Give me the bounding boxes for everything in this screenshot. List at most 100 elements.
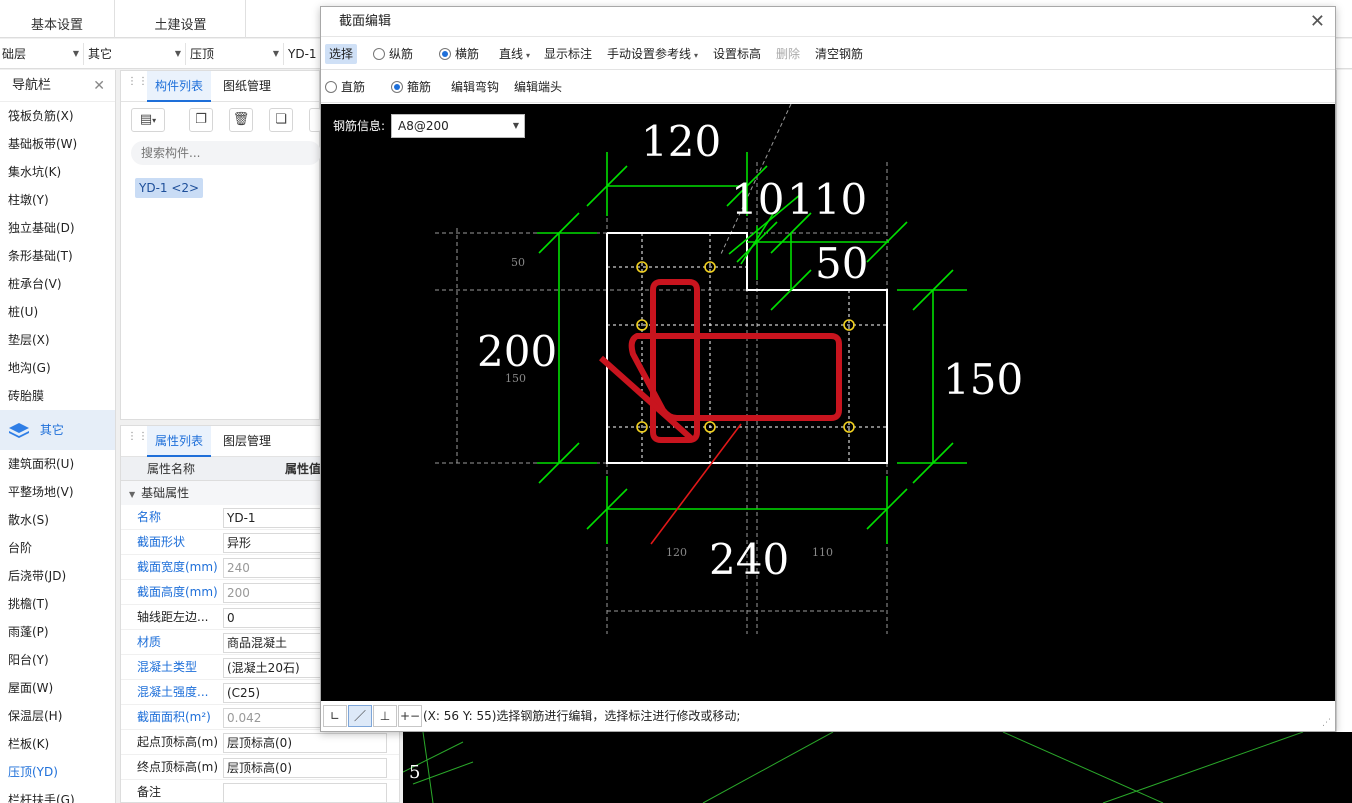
property-value-field[interactable] (223, 783, 387, 802)
tab-property-list[interactable]: 属性列表 (147, 426, 212, 457)
main-3d-canvas[interactable]: 5 (403, 732, 1352, 803)
property-value-field[interactable]: 层顶标高(0) (223, 733, 387, 753)
edit-hook-button[interactable]: 编辑弯钩 (451, 77, 499, 97)
radio-stirrup[interactable]: 箍筋 (391, 77, 431, 97)
ortho-mode-button[interactable]: ∟ (323, 705, 347, 727)
nav-item[interactable]: 压顶(YD) (0, 758, 115, 786)
dialog-toolbar-rebar: 直筋 箍筋 编辑弯钩 编辑端头 (321, 71, 1335, 103)
radio-icon (325, 81, 337, 93)
component-item-yd1[interactable]: YD-1 <2> (135, 178, 204, 198)
dim-right-height[interactable]: 150 (943, 355, 1023, 404)
nav-item[interactable]: 保温层(H) (0, 702, 115, 730)
property-name: 起点顶标高(m) (137, 735, 219, 749)
property-name: 截面面积(m²) (137, 710, 211, 724)
nav-item[interactable]: 基础板带(W) (0, 130, 115, 158)
nav-item[interactable]: 挑檐(T) (0, 590, 115, 618)
nav-item[interactable]: 后浇带(JD) (0, 562, 115, 590)
clear-rebar-button[interactable]: 清空钢筋 (815, 44, 863, 64)
layer-copy-button[interactable]: ❏ (269, 108, 293, 132)
manual-ref-line-dropdown[interactable]: 手动设置参考线 ▾ (607, 44, 698, 64)
radio-selected-icon (439, 48, 451, 60)
tab-component-list[interactable]: 构件列表 (147, 71, 212, 102)
nav-item[interactable]: 条形基础(T) (0, 242, 115, 270)
radio-transverse[interactable]: 横筋 (439, 44, 479, 64)
nav-item[interactable]: 平整场地(V) (0, 478, 115, 506)
dim-step-b[interactable]: 110 (787, 175, 867, 224)
close-icon[interactable]: ✕ (1310, 7, 1325, 37)
perpendicular-mode-button[interactable]: ⊥ (373, 705, 397, 727)
delete-button[interactable]: 删除 (776, 44, 800, 64)
nav-category-label: 其它 (39, 423, 64, 437)
property-row: 起点顶标高(m) 层顶标高(0) (121, 730, 399, 755)
col-property-value: 属性值 (285, 462, 322, 476)
nav-item[interactable]: 台阶 (0, 534, 115, 562)
dim-bottom-width[interactable]: 240 (709, 535, 789, 584)
aux-dim-top: 50 (511, 256, 525, 269)
nav-item[interactable]: 桩(U) (0, 298, 115, 326)
tab-drawing-management[interactable]: 图纸管理 (215, 71, 279, 102)
resize-grip-icon[interactable]: ⋰ (1322, 718, 1331, 728)
section-canvas[interactable]: 钢筋信息: A8@200 ▼ 120 10 110 50 200 150 240… (321, 104, 1335, 701)
nav-item[interactable]: 栏板(K) (0, 730, 115, 758)
chevron-down-icon: ▼ (174, 49, 181, 58)
nav-item[interactable]: 地沟(G) (0, 354, 115, 382)
select-tool-button[interactable]: 选择 (325, 44, 358, 64)
copy-button[interactable]: ❐ (189, 108, 213, 132)
dim-top-width[interactable]: 120 (641, 117, 721, 166)
type-dropdown-label: 压顶 (190, 47, 215, 61)
nav-item[interactable]: 柱墩(Y) (0, 186, 115, 214)
dim-left-height[interactable]: 200 (477, 327, 557, 376)
radio-straight-bar[interactable]: 直筋 (325, 77, 365, 97)
nav-item[interactable]: 屋面(W) (0, 674, 115, 702)
show-dimensions-button[interactable]: 显示标注 (544, 44, 592, 64)
component-dropdown-label: YD-1 (288, 47, 317, 61)
layers-icon (9, 422, 29, 438)
perpendicular-icon: ⊥ (379, 709, 391, 723)
tab-basic-settings[interactable]: 基本设置 (0, 0, 115, 38)
drag-handle-icon[interactable]: ⋮⋮ (127, 432, 148, 448)
delete-button[interactable]: 🗑 (229, 108, 253, 132)
nav-item[interactable]: 独立基础(D) (0, 214, 115, 242)
type-dropdown[interactable]: 压顶 ▼ (188, 43, 284, 65)
nav-item[interactable]: 阳台(Y) (0, 646, 115, 674)
nav-item[interactable]: 散水(S) (0, 506, 115, 534)
stirrup-rebar (599, 279, 842, 443)
floor-dropdown[interactable]: 础层 ▼ (0, 43, 84, 65)
nav-item[interactable]: 砖胎膜 (0, 382, 115, 410)
aux-dim-bottom-right: 110 (812, 546, 833, 559)
property-group-label: 基础属性 (141, 486, 190, 500)
component-dropdown[interactable]: YD-1 (286, 43, 320, 65)
right-panel-edge (1336, 70, 1352, 732)
tab-civil-settings[interactable]: 土建设置 (116, 0, 246, 38)
radio-longitudinal[interactable]: 纵筋 (373, 44, 413, 64)
nav-item[interactable]: 建筑面积(U) (0, 450, 115, 478)
nav-item[interactable]: 雨蓬(P) (0, 618, 115, 646)
property-name: 材质 (137, 635, 162, 649)
new-component-button[interactable]: ▤▾ (131, 108, 165, 132)
property-value-field[interactable]: 层顶标高(0) (223, 758, 387, 778)
edit-end-button[interactable]: 编辑端头 (514, 77, 562, 97)
dim-step-height[interactable]: 50 (815, 239, 868, 288)
col-property-name: 属性名称 (147, 462, 196, 476)
nav-item[interactable]: 栏杆扶手(G) (0, 786, 115, 803)
nav-item[interactable]: 桩承台(V) (0, 270, 115, 298)
offset-icon: +− (399, 709, 421, 723)
drag-handle-icon[interactable]: ⋮⋮ (127, 77, 148, 93)
component-search-input[interactable] (131, 141, 321, 165)
nav-item[interactable]: 筏板负筋(X) (0, 102, 115, 130)
radio-longitudinal-label: 纵筋 (389, 47, 414, 61)
set-elevation-button[interactable]: 设置标高 (713, 44, 761, 64)
radio-stirrup-label: 箍筋 (407, 80, 432, 94)
nav-category-other[interactable]: 其它 (0, 410, 115, 450)
status-text: (X: 56 Y: 55)选择钢筋进行编辑，选择标注进行修改或移动; (423, 709, 741, 723)
nav-item[interactable]: 垫层(X) (0, 326, 115, 354)
property-row: 备注 (121, 780, 399, 802)
line-tool-dropdown[interactable]: 直线 ▾ (499, 44, 530, 64)
tab-layer-management[interactable]: 图层管理 (215, 426, 279, 457)
close-icon[interactable]: ✕ (93, 70, 105, 102)
nav-item[interactable]: 集水坑(K) (0, 158, 115, 186)
category-dropdown[interactable]: 其它 ▼ (86, 43, 186, 65)
line-mode-button[interactable]: ／ (348, 705, 372, 727)
dim-step-a[interactable]: 10 (731, 175, 784, 224)
offset-mode-button[interactable]: +− (398, 705, 422, 727)
